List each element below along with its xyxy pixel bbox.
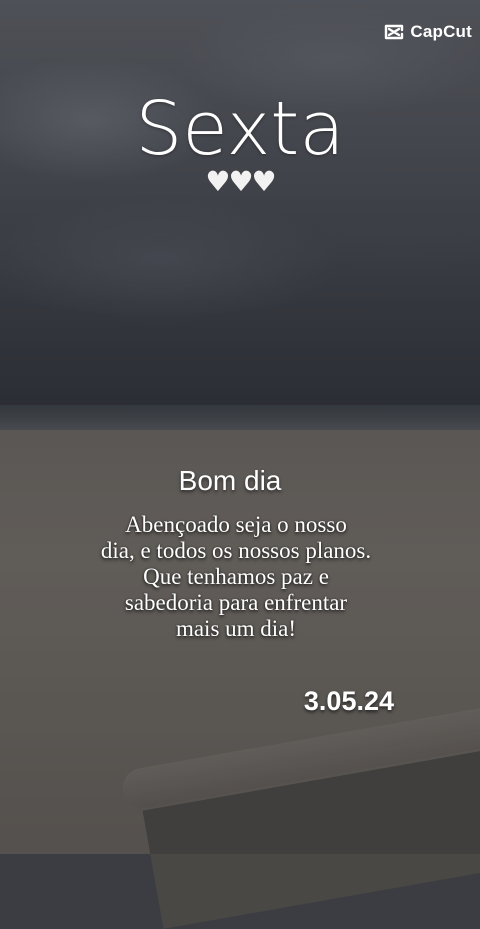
capcut-label: CapCut <box>410 22 472 41</box>
capcut-logo-icon <box>385 24 404 40</box>
message-line: dia, e todos os nossos planos. <box>100 538 372 563</box>
capcut-watermark: CapCut <box>383 20 472 44</box>
hearts-icon: ♥♥♥ <box>205 165 276 198</box>
date-label: 3.05.24 <box>303 686 394 716</box>
message-line: sabedoria para enfrentar <box>124 590 348 615</box>
day-title: Sexta <box>135 86 345 172</box>
message-line: Abençoado seja o nosso <box>125 512 347 537</box>
blessing-message: Abençoado seja o nosso dia, e todos os n… <box>0 512 472 642</box>
message-line: Que tenhamos paz e <box>143 564 329 589</box>
message-line: mais um dia! <box>175 616 297 641</box>
greeting-text: Bom dia <box>178 465 282 496</box>
